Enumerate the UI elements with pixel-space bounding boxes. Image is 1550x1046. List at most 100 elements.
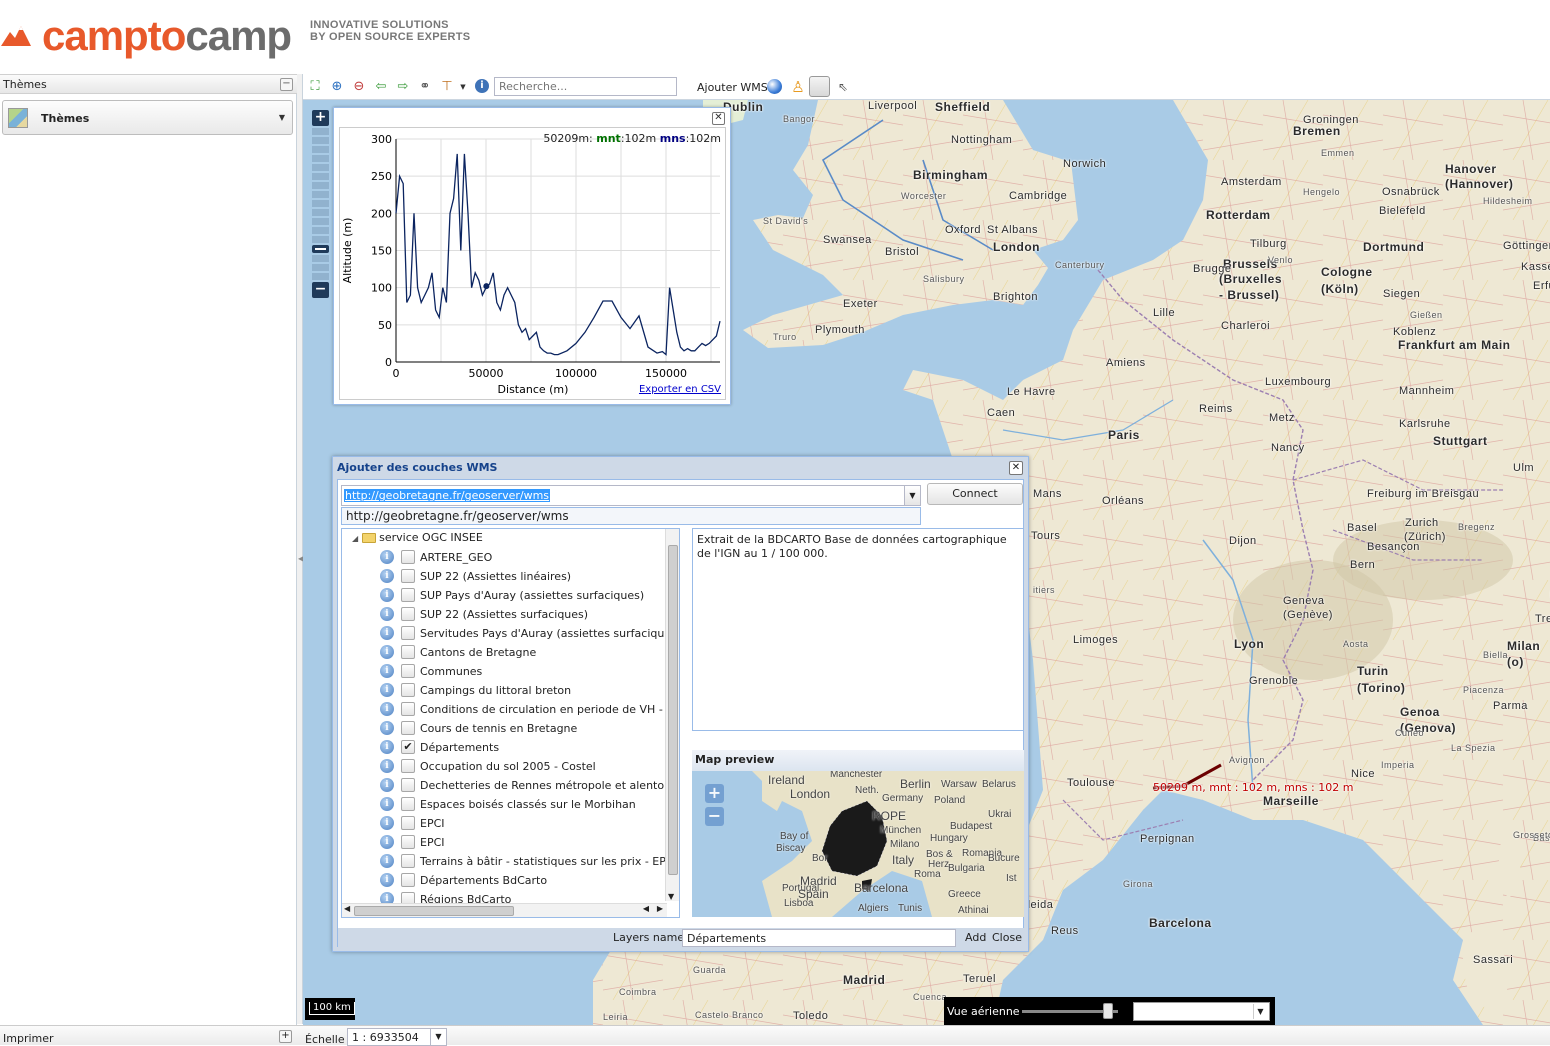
info-icon[interactable]: i [380, 740, 394, 754]
info-icon[interactable]: i [380, 702, 394, 716]
scroll-down-icon[interactable]: ▼ [668, 892, 674, 901]
scale-select[interactable]: 1 : 6933504 ▼ [347, 1028, 447, 1046]
zoom-level-tick[interactable] [312, 273, 329, 280]
layer-checkbox[interactable] [401, 664, 415, 678]
layer-checkbox[interactable] [401, 569, 415, 583]
zoom-out-button[interactable]: − [312, 282, 329, 298]
horizontal-scrollbar[interactable]: ◀ ◀ ▶ [342, 903, 667, 917]
info-icon[interactable]: i [475, 79, 489, 93]
zoom-level-tick[interactable] [312, 200, 329, 207]
info-icon[interactable]: i [380, 778, 394, 792]
zoom-level-tick[interactable] [312, 155, 329, 162]
info-icon[interactable]: i [380, 873, 394, 887]
info-icon[interactable]: i [380, 664, 394, 678]
zoom-in-icon[interactable]: ⊕ [329, 79, 345, 95]
info-icon[interactable]: i [380, 569, 394, 583]
url-dropdown-item[interactable]: http://geobretagne.fr/geoserver/wms [341, 507, 921, 525]
zoom-level-tick[interactable] [312, 191, 329, 198]
layer-checkbox[interactable] [401, 626, 415, 640]
expand-button[interactable]: + [279, 1030, 292, 1043]
zoom-level-tick[interactable] [312, 209, 329, 216]
zoom-level-tick[interactable] [312, 255, 329, 262]
wms-url-combo[interactable]: http://geobretagne.fr/geoserver/wms ▼ [341, 485, 921, 506]
layer-checkbox[interactable] [401, 588, 415, 602]
info-icon[interactable]: i [380, 835, 394, 849]
scroll-thumb[interactable] [668, 545, 678, 875]
info-icon[interactable]: i [380, 797, 394, 811]
info-icon[interactable]: i [380, 759, 394, 773]
zoom-level-tick[interactable] [312, 218, 329, 225]
map-preview[interactable]: Manchester Ireland London Neth. Berlin Warsaw… [692, 771, 1024, 917]
info-icon[interactable]: i [380, 607, 394, 621]
info-icon[interactable]: i [380, 854, 394, 868]
vertical-scrollbar[interactable]: ▼ [665, 529, 679, 901]
close-icon[interactable]: ✕ [712, 112, 725, 125]
opacity-slider-thumb[interactable] [1103, 1003, 1114, 1019]
layer-checkbox[interactable] [401, 778, 415, 792]
zoom-out-icon[interactable]: ⊖ [351, 79, 367, 95]
zoom-extent-icon[interactable]: ⛶ [307, 79, 323, 95]
themes-combo[interactable]: Thèmes ▼ [2, 100, 293, 135]
layer-checkbox[interactable]: ✔ [401, 740, 415, 754]
scroll-thumb[interactable] [354, 906, 514, 916]
print-panel-label[interactable]: Imprimer [3, 1032, 54, 1045]
previous-view-icon[interactable]: ⇦ [373, 79, 389, 95]
scroll-left-icon[interactable]: ◀ [344, 904, 350, 913]
measure-icon[interactable]: ⊤ [439, 79, 455, 95]
layer-checkbox[interactable] [401, 550, 415, 564]
zoom-level-tick[interactable] [312, 146, 329, 153]
layer-checkbox[interactable] [401, 873, 415, 887]
layers-name-input[interactable]: Départements [682, 929, 956, 947]
pointer-icon[interactable]: ⇖ [835, 79, 851, 95]
info-icon[interactable]: i [380, 588, 394, 602]
street-view-icon[interactable]: ♙ [790, 79, 806, 95]
measure-menu-arrow-icon[interactable]: ▼ [455, 79, 471, 95]
layer-checkbox[interactable] [401, 816, 415, 830]
zoom-level-tick[interactable] [312, 264, 329, 271]
info-icon[interactable]: i [380, 645, 394, 659]
permalink-icon[interactable]: ⚭ [417, 79, 433, 95]
connect-button[interactable]: Connect [927, 483, 1023, 505]
layer-checkbox[interactable] [401, 854, 415, 868]
zoom-level-tick[interactable] [312, 137, 329, 144]
info-icon[interactable]: i [380, 626, 394, 640]
toggle-button[interactable] [809, 76, 830, 97]
search-input[interactable] [494, 77, 677, 96]
scroll-left-icon[interactable]: ◀ [643, 904, 649, 913]
info-icon[interactable]: i [380, 683, 394, 697]
zoom-level-tick[interactable] [312, 164, 329, 171]
collapse-triangle-icon[interactable]: ◢ [352, 534, 358, 543]
zoom-handle[interactable] [312, 245, 329, 253]
add-button[interactable]: Add [965, 931, 986, 944]
chevron-down-icon[interactable]: ▼ [904, 486, 920, 505]
layer-checkbox[interactable] [401, 759, 415, 773]
zoom-level-tick[interactable] [312, 236, 329, 243]
layer-checkbox[interactable] [401, 683, 415, 697]
layer-checkbox[interactable] [401, 835, 415, 849]
info-icon[interactable]: i [380, 550, 394, 564]
zoom-level-tick[interactable] [312, 173, 329, 180]
aerial-layer-select[interactable]: ▼ [1133, 1002, 1270, 1021]
info-icon[interactable]: i [380, 816, 394, 830]
layer-checkbox[interactable] [401, 645, 415, 659]
scroll-right-icon[interactable]: ▶ [657, 904, 663, 913]
export-csv-link[interactable]: Exporter en CSV [639, 384, 721, 395]
close-button[interactable]: Close [992, 931, 1022, 944]
themes-panel-header[interactable]: Thèmes − [0, 74, 297, 94]
preview-zoom-in-button[interactable]: + [705, 784, 724, 803]
tree-root[interactable]: ◢ service OGC INSEE [352, 531, 483, 544]
zoom-in-button[interactable]: + [312, 110, 329, 126]
zoom-slider[interactable]: + − [312, 110, 329, 320]
collapse-button[interactable]: − [280, 78, 293, 91]
preview-zoom-out-button[interactable]: − [705, 807, 724, 826]
layer-checkbox[interactable] [401, 721, 415, 735]
zoom-level-tick[interactable] [312, 128, 329, 135]
info-icon[interactable]: i [380, 721, 394, 735]
close-icon[interactable]: ✕ [1009, 461, 1023, 475]
next-view-icon[interactable]: ⇨ [395, 79, 411, 95]
zoom-level-tick[interactable] [312, 227, 329, 234]
zoom-level-tick[interactable] [312, 182, 329, 189]
layer-checkbox[interactable] [401, 797, 415, 811]
layer-checkbox[interactable] [401, 702, 415, 716]
layer-checkbox[interactable] [401, 607, 415, 621]
